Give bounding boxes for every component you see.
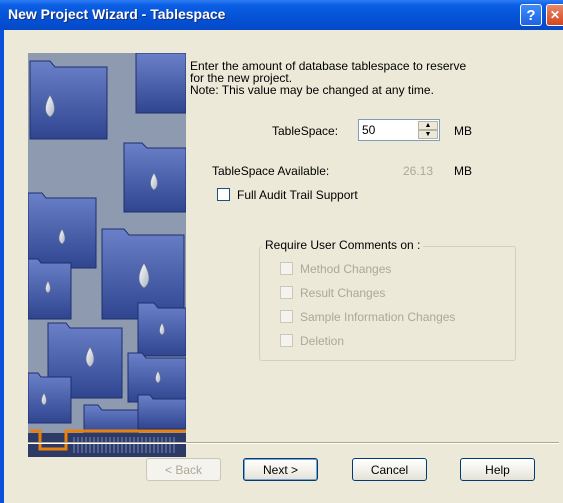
tablespace-input[interactable] bbox=[359, 120, 417, 140]
wizard-window: New Project Wizard - Tablespace ? ✕ Ente… bbox=[0, 0, 563, 503]
arrow-down-icon: ▼ bbox=[424, 131, 432, 138]
available-unit: MB bbox=[454, 164, 472, 178]
audit-trail-checkbox[interactable] bbox=[217, 188, 230, 201]
title-close-button[interactable]: ✕ bbox=[546, 4, 563, 26]
method-changes-checkbox[interactable] bbox=[280, 262, 293, 275]
title-help-button[interactable]: ? bbox=[520, 4, 542, 26]
arrow-up-icon: ▲ bbox=[424, 122, 432, 129]
deletion-label[interactable]: Deletion bbox=[300, 334, 344, 348]
user-comments-group-title: Require User Comments on : bbox=[262, 238, 424, 252]
sample-info-changes-label[interactable]: Sample Information Changes bbox=[300, 310, 455, 324]
tablespace-spinner[interactable]: ▲ ▼ bbox=[358, 119, 440, 141]
question-icon: ? bbox=[526, 6, 536, 24]
audit-trail-label[interactable]: Full Audit Trail Support bbox=[237, 188, 358, 202]
close-icon: ✕ bbox=[549, 8, 561, 22]
instructions-text: Enter the amount of database tablespace … bbox=[190, 60, 530, 96]
spin-down-button[interactable]: ▼ bbox=[418, 130, 438, 139]
dialog-client-area: Enter the amount of database tablespace … bbox=[4, 30, 563, 503]
folder-droplet-artwork bbox=[28, 53, 186, 457]
back-button[interactable]: < Back bbox=[146, 458, 221, 481]
spinner-buttons: ▲ ▼ bbox=[418, 121, 438, 139]
wizard-side-image bbox=[28, 53, 186, 457]
window-title: New Project Wizard - Tablespace bbox=[8, 6, 226, 22]
cancel-button[interactable]: Cancel bbox=[352, 458, 427, 481]
available-value: 26.13 bbox=[403, 164, 434, 178]
next-button[interactable]: Next > bbox=[243, 458, 318, 481]
instructions-line-3: Note: This value may be changed at any t… bbox=[190, 83, 434, 97]
button-separator bbox=[28, 442, 559, 444]
spin-up-button[interactable]: ▲ bbox=[418, 121, 438, 130]
tablespace-unit: MB bbox=[454, 124, 472, 138]
help-button[interactable]: Help bbox=[460, 458, 535, 481]
deletion-checkbox[interactable] bbox=[280, 334, 293, 347]
result-changes-label[interactable]: Result Changes bbox=[300, 286, 385, 300]
sample-info-changes-checkbox[interactable] bbox=[280, 310, 293, 323]
tablespace-label: TableSpace: bbox=[272, 124, 339, 138]
result-changes-checkbox[interactable] bbox=[280, 286, 293, 299]
method-changes-label[interactable]: Method Changes bbox=[300, 262, 391, 276]
available-label: TableSpace Available: bbox=[212, 164, 330, 178]
title-bar[interactable]: New Project Wizard - Tablespace ? ✕ bbox=[0, 0, 563, 30]
